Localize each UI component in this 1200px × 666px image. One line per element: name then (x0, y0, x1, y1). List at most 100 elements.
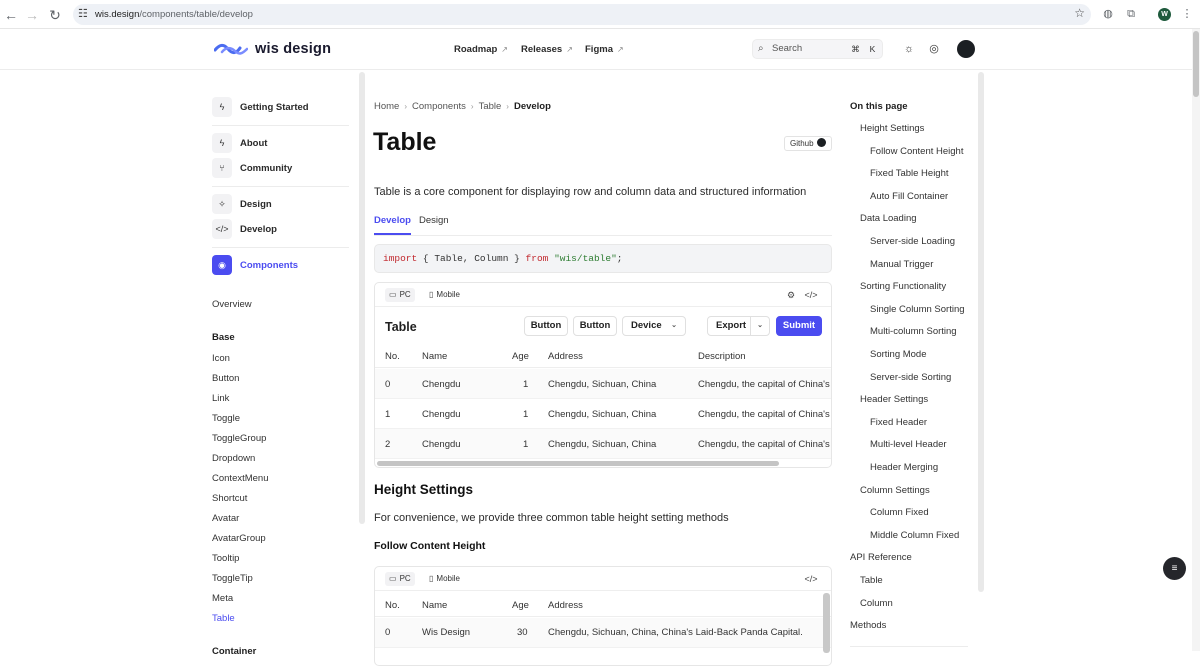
toc-item-table[interactable]: Table (860, 575, 883, 586)
code-icon[interactable]: </> (804, 288, 818, 302)
column-header[interactable]: No. (385, 600, 400, 611)
toc-item-header-settings[interactable]: Header Settings (860, 394, 928, 405)
table-row[interactable]: 0 Wis Design 30 Chengdu, Sichuan, China,… (375, 618, 831, 648)
toc-item-methods[interactable]: Methods (850, 620, 886, 631)
toolbar-button[interactable]: Button (573, 316, 617, 336)
page-scrollbar[interactable] (1192, 29, 1200, 651)
toc-item-server-side-sorting[interactable]: Server-side Sorting (870, 372, 951, 383)
code-icon[interactable]: </> (804, 572, 818, 586)
breadcrumb-table[interactable]: Table (479, 101, 502, 112)
table-row[interactable]: 2 Chengdu 1 Chengdu, Sichuan, China Chen… (375, 429, 831, 459)
sidebar-item-community[interactable]: ⑂ Community (212, 158, 292, 178)
search-button[interactable]: ⌕ Search ⌘ K (752, 39, 883, 59)
url-text[interactable]: wis.design/components/table/develop (95, 4, 253, 25)
toc-item-auto-fill-container[interactable]: Auto Fill Container (870, 191, 948, 202)
column-header[interactable]: Address (548, 600, 583, 611)
sidebar-item-about[interactable]: ϟ About (212, 133, 267, 153)
device-tab-mobile[interactable]: ▯ Mobile (425, 572, 464, 586)
address-bar[interactable]: ☷ wis.design/components/table/develop ☆ (73, 4, 1091, 25)
sidebar-item-contextmenu[interactable]: ContextMenu (212, 473, 269, 484)
toc-item-column-settings[interactable]: Column Settings (860, 485, 930, 496)
bookmark-star-icon[interactable]: ☆ (1074, 6, 1085, 20)
device-tab-mobile[interactable]: ▯ Mobile (425, 288, 464, 302)
logo[interactable]: wis design (214, 39, 331, 59)
site-settings-icon[interactable]: ☷ (78, 7, 88, 22)
language-globe-icon[interactable]: ◎ (927, 42, 941, 56)
toc-item-multi-level-header[interactable]: Multi-level Header (870, 439, 947, 450)
sidebar-item-getting-started[interactable]: ϟ Getting Started (212, 97, 309, 117)
toc-item-api-reference[interactable]: API Reference (850, 552, 912, 563)
page-scrollbar-thumb[interactable] (1193, 31, 1199, 97)
toc-item-sorting-mode[interactable]: Sorting Mode (870, 349, 927, 360)
toc-item-column-fixed[interactable]: Column Fixed (870, 507, 929, 518)
extension-icon[interactable]: ◍ (1101, 7, 1115, 21)
device-tab-pc[interactable]: ▭ PC (385, 288, 415, 302)
toc-item-column[interactable]: Column (860, 598, 893, 609)
puzzle-icon[interactable]: ⧉ (1124, 7, 1138, 21)
column-header[interactable]: No. (385, 351, 400, 362)
breadcrumb-home[interactable]: Home (374, 101, 399, 112)
toc-item-sorting-functionality[interactable]: Sorting Functionality (860, 281, 946, 292)
table-horizontal-scrollbar[interactable] (377, 461, 779, 466)
column-header[interactable]: Description (698, 351, 746, 362)
back-arrow-icon[interactable]: ← (3, 7, 19, 23)
github-icon[interactable] (957, 40, 975, 58)
sliders-icon[interactable]: ⚙ (784, 288, 798, 302)
sidebar-item-togglegroup[interactable]: ToggleGroup (212, 433, 266, 444)
github-link-button[interactable]: Github (784, 136, 832, 151)
sidebar-item-components[interactable]: ◉ Components (212, 255, 298, 275)
column-header[interactable]: Address (548, 351, 583, 362)
kebab-menu-icon[interactable]: ⋮ (1180, 7, 1194, 21)
toc-item-fixed-header[interactable]: Fixed Header (870, 417, 927, 428)
sidebar-item-table[interactable]: Table (212, 613, 235, 624)
toc-item-height-settings[interactable]: Height Settings (860, 123, 924, 134)
nav-figma[interactable]: Figma ↗ (585, 29, 624, 70)
theme-sun-icon[interactable]: ☼ (902, 42, 916, 56)
sidebar-item-design[interactable]: ✧ Design (212, 194, 272, 214)
toc-item-manual-trigger[interactable]: Manual Trigger (870, 259, 933, 270)
toc-toggle-button[interactable]: ≡ (1163, 557, 1186, 580)
sidebar-item-meta[interactable]: Meta (212, 593, 233, 604)
export-split-button[interactable]: Export ⌄ (707, 316, 770, 336)
toc-item-header-merging[interactable]: Header Merging (870, 462, 938, 473)
sidebar-item-icon[interactable]: Icon (212, 353, 230, 364)
breadcrumb-components[interactable]: Components (412, 101, 466, 112)
sidebar-item-toggle[interactable]: Toggle (212, 413, 240, 424)
column-header[interactable]: Name (422, 600, 447, 611)
forward-arrow-icon[interactable]: → (24, 7, 40, 23)
toc-item-server-side-loading[interactable]: Server-side Loading (870, 236, 955, 247)
nav-releases[interactable]: Releases ↗ (521, 29, 573, 70)
tab-develop[interactable]: Develop (374, 215, 411, 235)
sidebar-item-avatargroup[interactable]: AvatarGroup (212, 533, 266, 544)
sidebar-item-avatar[interactable]: Avatar (212, 513, 239, 524)
sidebar-item-tooltip[interactable]: Tooltip (212, 553, 239, 564)
sidebar-item-dropdown[interactable]: Dropdown (212, 453, 255, 464)
device-select[interactable]: Device ⌄ (622, 316, 686, 336)
sidebar-item-develop[interactable]: </> Develop (212, 219, 277, 239)
column-header[interactable]: Age (512, 351, 529, 362)
table-row[interactable]: 0 Chengdu 1 Chengdu, Sichuan, China Chen… (375, 369, 831, 399)
toolbar-button[interactable]: Button (524, 316, 568, 336)
profile-avatar[interactable]: W (1158, 8, 1171, 21)
sidebar-item-button[interactable]: Button (212, 373, 239, 384)
toc-item-follow-content-height[interactable]: Follow Content Height (870, 146, 963, 157)
column-header[interactable]: Age (512, 600, 529, 611)
sidebar-item-toggletip[interactable]: ToggleTip (212, 573, 253, 584)
device-tab-pc[interactable]: ▭ PC (385, 572, 415, 586)
table-vertical-scrollbar[interactable] (823, 593, 830, 653)
submit-button[interactable]: Submit (776, 316, 822, 336)
toc-item-data-loading[interactable]: Data Loading (860, 213, 917, 224)
toc-item-fixed-table-height[interactable]: Fixed Table Height (870, 168, 949, 179)
sidebar-item-overview[interactable]: Overview (212, 299, 252, 310)
reload-icon[interactable]: ↻ (47, 7, 63, 23)
nav-roadmap[interactable]: Roadmap ↗ (454, 29, 508, 70)
tab-design[interactable]: Design (419, 215, 449, 235)
sidebar-scrollbar[interactable] (359, 72, 365, 524)
sidebar-item-link[interactable]: Link (212, 393, 229, 404)
toc-item-middle-column-fixed[interactable]: Middle Column Fixed (870, 530, 959, 541)
sidebar-item-shortcut[interactable]: Shortcut (212, 493, 247, 504)
column-header[interactable]: Name (422, 351, 447, 362)
toc-item-multi-column-sorting[interactable]: Multi-column Sorting (870, 326, 957, 337)
toc-item-single-column-sorting[interactable]: Single Column Sorting (870, 304, 965, 315)
toc-scrollbar[interactable] (978, 72, 984, 592)
